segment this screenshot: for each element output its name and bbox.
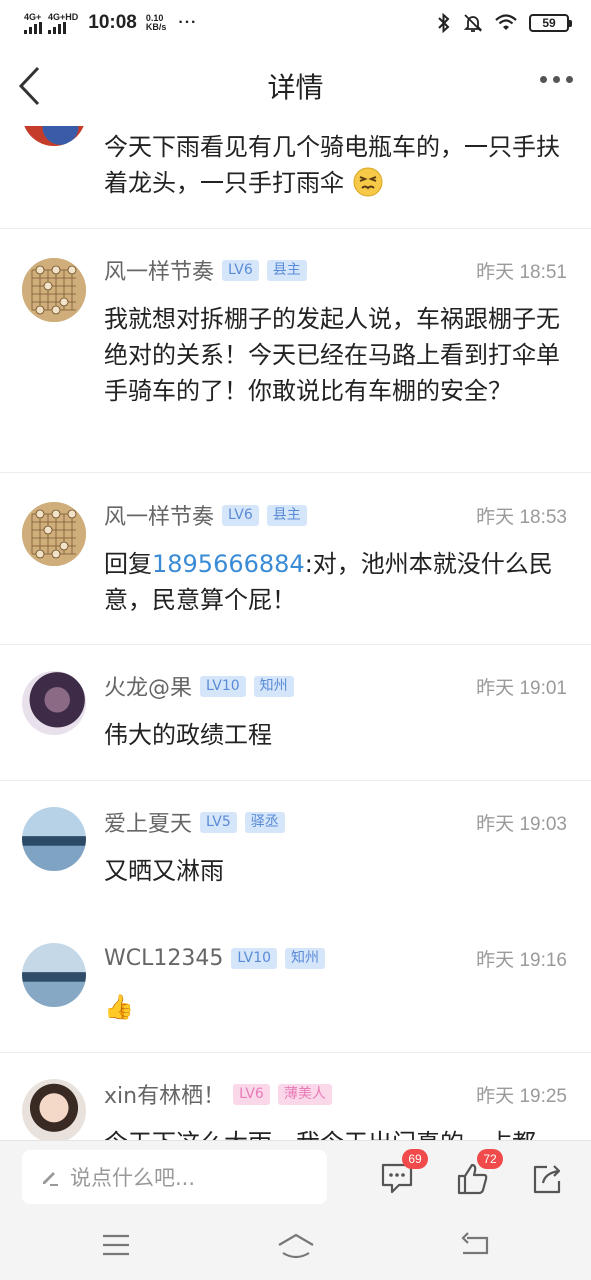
home-icon[interactable] (276, 1231, 316, 1261)
return-icon[interactable] (459, 1231, 491, 1259)
comments-button[interactable]: 69 (380, 1149, 428, 1199)
signal-bars-icon (48, 22, 66, 34)
comment-item (0, 781, 591, 917)
comment-input-placeholder: 说点什么吧... (70, 1166, 196, 1190)
chessboard-avatar-image (22, 258, 86, 322)
comment-count-badge: 69 (402, 1149, 428, 1169)
comment-input[interactable]: 说点什么吧... (22, 1150, 327, 1204)
comment-item (0, 229, 591, 473)
like-count-badge: 72 (477, 1149, 503, 1169)
wifi-icon (495, 14, 517, 30)
comment-text: 今天下雨看见有几个骑电瓶车的，一只手扶着龙头，一只手打雨伞 (104, 133, 560, 197)
comment-item (0, 917, 591, 1053)
network-speed: 0.10 KB/s (146, 14, 167, 32)
avatar[interactable] (22, 1079, 86, 1140)
share-button[interactable] (529, 1155, 569, 1199)
comment-item: 今天下雨看见有几个骑电瓶车的，一只手扶着龙头，一只手打雨伞 (0, 126, 591, 229)
comment-item (0, 645, 591, 781)
page-title: 详情 (267, 71, 324, 104)
pencil-icon (43, 1172, 58, 1186)
clock: 10:08 (88, 12, 137, 33)
chessboard-avatar-image (22, 502, 86, 566)
signal-2-label: 4G+HD (48, 12, 79, 22)
like-button[interactable]: 72 (455, 1149, 503, 1199)
signal-bars-icon (24, 22, 42, 34)
system-nav-bar (0, 1214, 591, 1280)
avatar[interactable] (22, 807, 86, 871)
battery-level: 59 (542, 16, 556, 30)
avatar[interactable] (22, 126, 86, 146)
comment-item (0, 473, 591, 645)
comment-action-bar: 说点什么吧... 69 72 (0, 1140, 591, 1214)
menu-icon[interactable] (101, 1231, 131, 1259)
comment-list[interactable]: 今天下雨看见有几个骑电瓶车的，一只手扶着龙头，一只手打雨伞 (0, 126, 591, 1140)
bluetooth-icon (438, 13, 450, 33)
mute-bell-icon (463, 14, 483, 32)
signal-1-label: 4G+ (24, 12, 42, 22)
avatar[interactable] (22, 943, 86, 1007)
status-bar: 4G+ 4G+HD 10:08 0.10 KB/s ··· 59 (0, 0, 591, 46)
top-nav: 详情 (0, 46, 591, 126)
status-more: ··· (178, 14, 198, 31)
back-arrow-icon[interactable] (16, 64, 46, 108)
avatar[interactable] (22, 502, 86, 566)
avatar[interactable] (22, 671, 86, 735)
comment-body: 今天下雨看见有几个骑电瓶车的，一只手扶着龙头，一只手打雨伞 (104, 126, 567, 201)
comment-item (0, 1053, 591, 1140)
signal-1: 4G+ (24, 12, 42, 34)
more-options-icon[interactable] (540, 76, 573, 83)
signal-2: 4G+HD (48, 12, 78, 34)
speed-unit: KB/s (145, 22, 167, 32)
battery-icon: 59 (529, 14, 572, 32)
avatar[interactable] (22, 258, 86, 322)
persevering-face-emoji (353, 167, 383, 197)
share-icon (533, 1165, 561, 1194)
